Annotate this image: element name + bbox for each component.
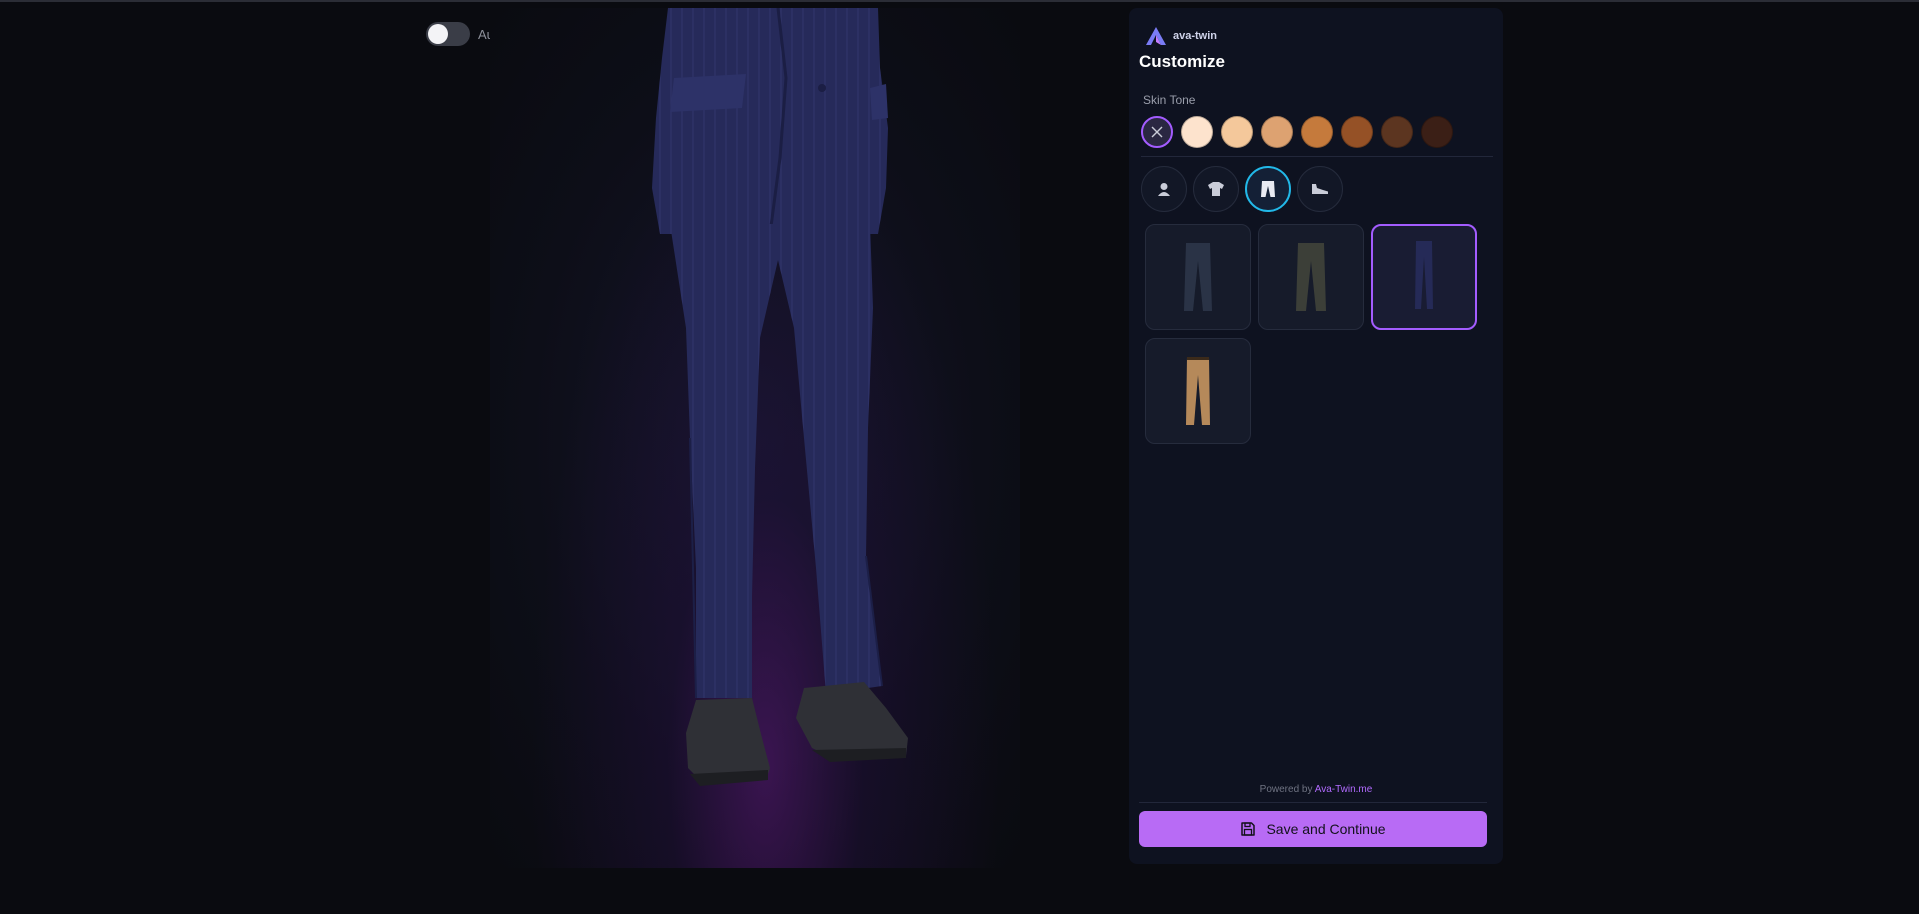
- skin-tone-swatch[interactable]: [1421, 116, 1453, 148]
- clothing-grid: [1145, 224, 1477, 444]
- save-button-label: Save and Continue: [1266, 821, 1386, 837]
- save-and-continue-button[interactable]: Save and Continue: [1139, 811, 1487, 847]
- brand-name: ava-twin: [1173, 30, 1218, 42]
- clothing-item[interactable]: [1145, 338, 1251, 444]
- powered-by-text: Powered by: [1259, 784, 1313, 795]
- skin-tone-swatch[interactable]: [1341, 116, 1373, 148]
- page-title: Customize: [1139, 52, 1225, 71]
- pants-thumbnail: [1184, 243, 1212, 311]
- shoe-icon: [1312, 184, 1328, 194]
- tab-head[interactable]: [1141, 166, 1187, 212]
- customize-panel: ava-twin Customize Skin Tone Powered by …: [1129, 8, 1503, 864]
- category-tabs: [1141, 166, 1343, 212]
- toggle-knob: [428, 24, 448, 44]
- clothing-item[interactable]: [1258, 224, 1364, 330]
- skin-tone-swatch[interactable]: [1381, 116, 1413, 148]
- save-icon: [1241, 822, 1256, 836]
- pants-thumbnail: [1186, 357, 1210, 425]
- divider: [1141, 156, 1493, 157]
- avatar-viewport[interactable]: [490, 8, 1020, 868]
- ava-twin-link[interactable]: Ava-Twin.me: [1315, 784, 1373, 795]
- avatar-render: [652, 8, 908, 786]
- skin-tone-swatch[interactable]: [1221, 116, 1253, 148]
- tab-footwear[interactable]: [1297, 166, 1343, 212]
- pants-thumbnail: [1296, 243, 1326, 311]
- tab-bottom[interactable]: [1245, 166, 1291, 212]
- close-icon: [1151, 126, 1163, 138]
- skin-tone-swatches: [1141, 116, 1453, 148]
- skin-tone-label: Skin Tone: [1143, 93, 1196, 107]
- skin-tone-swatch[interactable]: [1181, 116, 1213, 148]
- ava-twin-logo-icon: [1146, 27, 1166, 45]
- clothing-item[interactable]: [1145, 224, 1251, 330]
- skin-tone-swatch[interactable]: [1301, 116, 1333, 148]
- pants-thumbnail: [1415, 241, 1433, 309]
- pants-icon: [1261, 181, 1275, 197]
- clothing-item-selected[interactable]: [1371, 224, 1477, 330]
- skin-tone-none-swatch[interactable]: [1141, 116, 1173, 148]
- powered-by: Powered by Ava-Twin.me: [1129, 784, 1503, 795]
- toggle-switch[interactable]: [426, 22, 470, 46]
- divider: [1139, 802, 1487, 803]
- top-border: [0, 0, 1919, 2]
- skin-tone-swatch[interactable]: [1261, 116, 1293, 148]
- head-icon: [1158, 183, 1170, 196]
- brand: ava-twin: [1145, 26, 1217, 46]
- shirt-icon: [1208, 182, 1224, 196]
- tab-top[interactable]: [1193, 166, 1239, 212]
